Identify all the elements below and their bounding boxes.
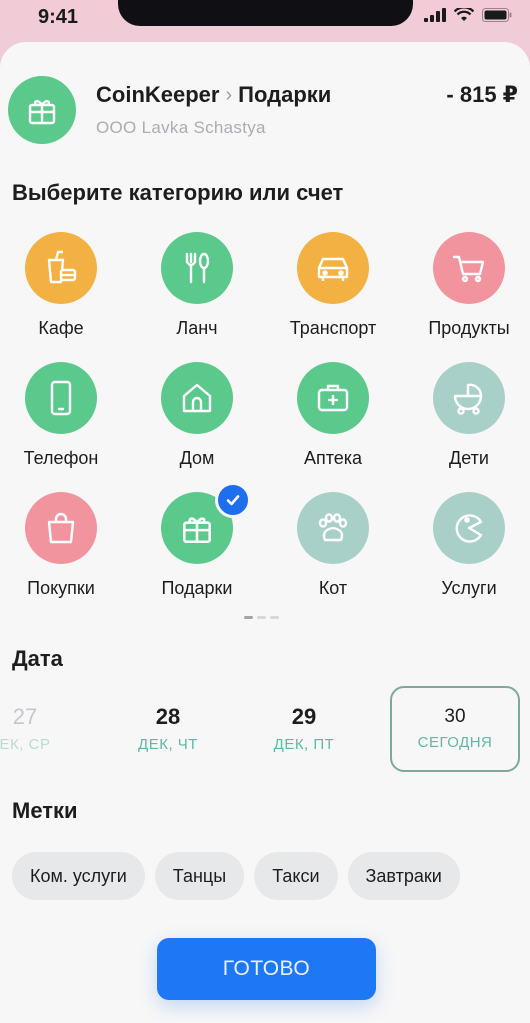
date-picker: 27 ЕК, СР 28 ДЕК, ЧТ 29 ДЕК, ПТ 30 СЕГОД… [0, 686, 530, 776]
category-cafe[interactable]: Кафе [0, 232, 129, 339]
category-label: Покупки [27, 578, 95, 598]
category-label: Дети [449, 448, 489, 468]
tag-chip[interactable]: Танцы [154, 852, 245, 900]
date-item-selected[interactable]: 30 СЕГОДНЯ [390, 686, 520, 772]
date-weekday: ДЕК, ЧТ [138, 736, 198, 753]
category-lunch[interactable]: Ланч [129, 232, 265, 339]
date-day: 28 [155, 704, 181, 729]
fork-knife-icon [161, 232, 233, 304]
car-icon [297, 232, 369, 304]
paw-icon [297, 492, 369, 564]
category-label: Услуги [441, 578, 497, 598]
category-label: Продукты [428, 318, 510, 338]
status-bar: 9:41 [0, 0, 530, 40]
date-day: 27 [12, 704, 38, 729]
merchant-name: CoinKeeper [96, 82, 220, 107]
header-category-icon [8, 76, 76, 144]
tag-chip[interactable]: Ком. услуги [12, 852, 145, 900]
page-indicator [244, 616, 279, 619]
transaction-header: CoinKeeper › Подарки OOO Lavka Schastya … [0, 42, 530, 162]
done-button[interactable]: ГОТОВО [157, 938, 376, 1000]
transaction-sheet: CoinKeeper › Подарки OOO Lavka Schastya … [0, 42, 530, 1023]
category-pharmacy[interactable]: Аптека [265, 362, 401, 469]
category-label: Транспорт [289, 318, 377, 338]
phone-icon [25, 362, 97, 434]
category-phone[interactable]: Телефон [0, 362, 129, 469]
tag-chip[interactable]: Завтраки [347, 852, 460, 900]
category-label: Кот [318, 578, 348, 598]
category-label: Дом [179, 448, 215, 468]
date-item[interactable]: 28 ДЕК, ЧТ [103, 686, 233, 753]
category-label: Аптека [303, 448, 363, 468]
transaction-amount: - 815 ₽ [446, 82, 518, 107]
gift-icon [28, 100, 56, 125]
date-weekday: СЕГОДНЯ [417, 734, 493, 751]
category-services[interactable]: Услуги [401, 492, 530, 599]
cafe-icon [25, 232, 97, 304]
category-label: Телефон [23, 448, 99, 468]
category-label: Кафе [38, 318, 84, 338]
date-day: 30 [444, 706, 466, 727]
category-name: Подарки [238, 82, 332, 107]
stroller-icon [433, 362, 505, 434]
notch [118, 0, 413, 26]
wifi-icon [454, 8, 474, 21]
merchant-legal-name: OOO Lavka Schastya [96, 118, 266, 137]
date-weekday: ДЕК, ПТ [273, 736, 335, 753]
category-home[interactable]: Дом [129, 362, 265, 469]
cart-icon [433, 232, 505, 304]
tag-list: Ком. услуги Танцы Такси Завтраки [12, 852, 460, 900]
selected-check-icon [215, 482, 251, 518]
page-dot [270, 616, 279, 619]
date-weekday: ЕК, СР [0, 736, 51, 753]
category-transport[interactable]: Транспорт [265, 232, 401, 339]
page-dot-active [244, 616, 253, 619]
header-title: CoinKeeper › Подарки [96, 82, 331, 108]
status-time: 9:41 [38, 6, 79, 28]
gift-icon [161, 482, 251, 564]
shopping-bag-icon [25, 492, 97, 564]
medkit-icon [297, 362, 369, 434]
tags-title: Метки [12, 798, 78, 823]
tag-chip[interactable]: Такси [254, 852, 338, 900]
page-dot [257, 616, 266, 619]
category-cat[interactable]: Кот [265, 492, 401, 599]
category-groceries[interactable]: Продукты [401, 232, 530, 339]
date-title: Дата [12, 646, 63, 671]
category-kids[interactable]: Дети [401, 362, 530, 469]
categories-title: Выберите категорию или счет [12, 180, 344, 205]
category-gifts[interactable]: Подарки [129, 482, 265, 599]
category-label: Подарки [161, 578, 233, 598]
category-label: Ланч [176, 318, 218, 338]
date-item[interactable]: 29 ДЕК, ПТ [239, 686, 369, 753]
date-day: 29 [291, 704, 317, 729]
signal-icon [424, 8, 446, 22]
category-shopping[interactable]: Покупки [0, 492, 129, 599]
battery-icon [482, 8, 512, 22]
status-icons [424, 8, 512, 22]
date-item[interactable]: 27 ЕК, СР [0, 686, 90, 753]
chevron-right-icon: › [225, 83, 233, 106]
pacman-icon [433, 492, 505, 564]
house-icon [161, 362, 233, 434]
